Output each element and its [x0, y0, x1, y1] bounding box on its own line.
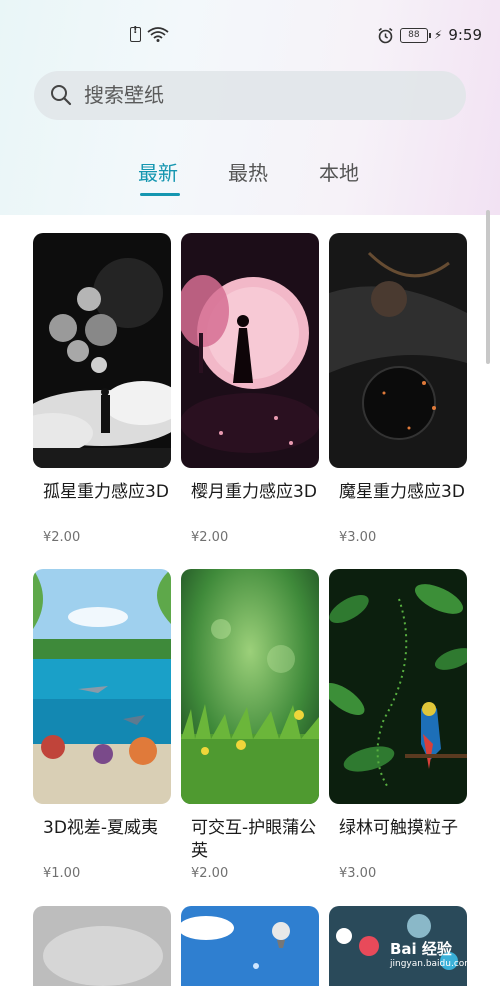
active-tab-indicator: [140, 193, 180, 196]
wallpaper-thumbnail[interactable]: [181, 906, 319, 986]
status-bar: 88 ⚡ 9:59: [0, 0, 500, 70]
search-icon: [50, 84, 72, 110]
wallpaper-title: 3D视差-夏威夷: [43, 818, 159, 838]
wallpaper-title: 孤星重力感应3D: [43, 482, 169, 502]
wallpaper-thumbnail[interactable]: [329, 569, 467, 804]
scrollbar[interactable]: [486, 210, 490, 364]
tab-hottest[interactable]: 最热: [228, 158, 268, 188]
tab-latest[interactable]: 最新: [138, 158, 178, 188]
baidu-jingyan-watermark: Bai 经验 jingyan.baidu.com: [390, 940, 486, 974]
wallpaper-price: ¥2.00: [191, 530, 229, 545]
wallpaper-price: ¥2.00: [43, 530, 81, 545]
alarm-icon: [378, 27, 393, 43]
search-bar[interactable]: 搜索壁纸: [34, 71, 466, 120]
tab-local[interactable]: 本地: [319, 158, 359, 188]
wallpaper-thumbnail[interactable]: [33, 906, 171, 986]
wallpaper-price: ¥3.00: [339, 866, 377, 881]
wallpaper-thumbnail[interactable]: [181, 233, 319, 468]
charging-icon: ⚡: [433, 28, 443, 42]
status-right-group: 88 ⚡ 9:59: [377, 26, 482, 44]
watermark-brand: Bai 经验: [390, 940, 452, 958]
wallpaper-price: ¥3.00: [339, 530, 377, 545]
wallpaper-thumbnail[interactable]: [33, 233, 171, 468]
wallpaper-title: 魔星重力感应3D: [339, 482, 465, 502]
wallpaper-price: ¥1.00: [43, 866, 81, 881]
status-left-group: [130, 25, 169, 42]
wallpaper-title: 樱月重力感应3D: [191, 482, 317, 502]
wallpaper-thumbnail[interactable]: [329, 233, 467, 468]
wifi-icon: [147, 27, 169, 42]
status-time: 9:59: [448, 26, 482, 44]
tab-bar: 最新 最热 本地: [0, 158, 500, 198]
wallpaper-title: 可交互-护眼蒲公英: [191, 818, 317, 861]
wallpaper-price: ¥2.00: [191, 866, 229, 881]
battery-indicator: 88: [399, 27, 431, 43]
wallpaper-thumbnail[interactable]: [181, 569, 319, 804]
wallpaper-title: 绿林可触摸粒子: [339, 818, 458, 838]
wallpaper-thumbnail[interactable]: [33, 569, 171, 804]
search-placeholder: 搜索壁纸: [84, 83, 164, 107]
sim-alert-icon: [130, 25, 141, 42]
watermark-url: jingyan.baidu.com: [390, 959, 474, 969]
